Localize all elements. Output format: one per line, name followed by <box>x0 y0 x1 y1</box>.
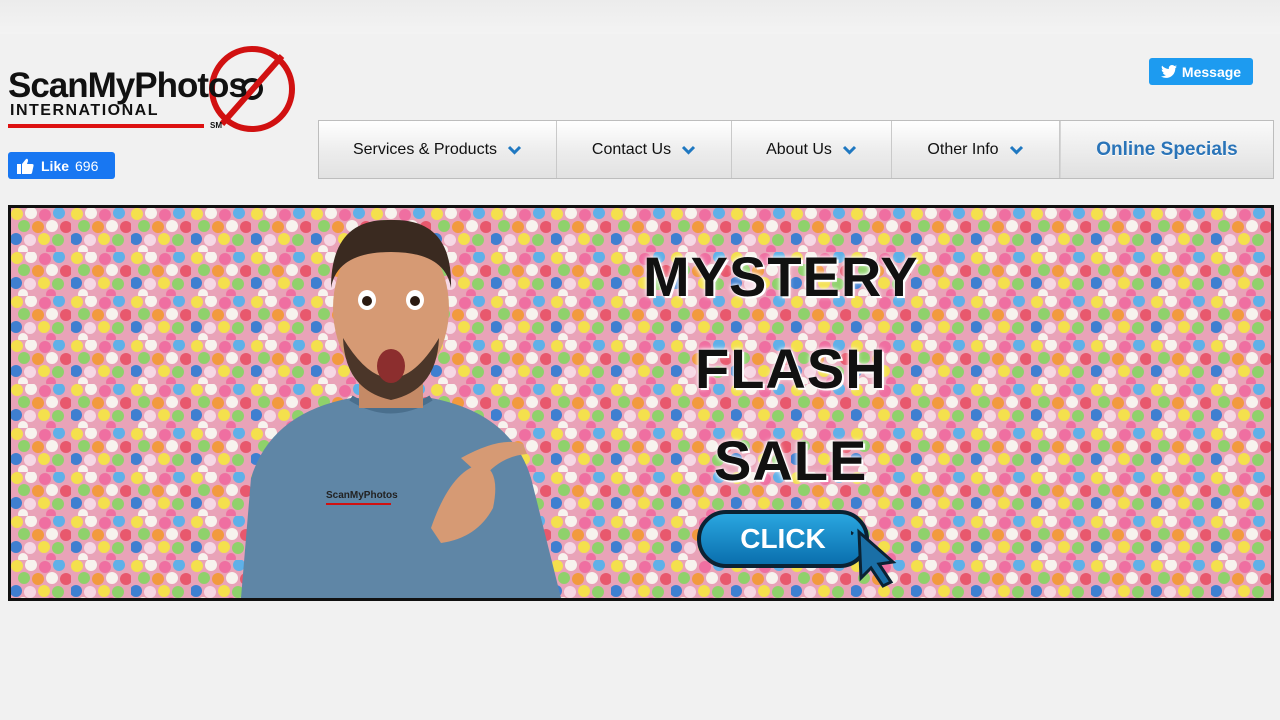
twitter-message-button[interactable]: Message <box>1149 58 1253 85</box>
nav-contact-us[interactable]: Contact Us <box>557 121 732 178</box>
nav-label: Other Info <box>927 140 999 158</box>
chevron-down-icon <box>507 145 522 155</box>
nav-label: About Us <box>766 140 832 158</box>
candy-sprinkles-background <box>11 208 1271 598</box>
nav-about-us[interactable]: About Us <box>732 121 892 178</box>
chevron-down-icon <box>842 145 856 155</box>
nav-other-info[interactable]: Other Info <box>892 121 1060 178</box>
top-strip <box>0 0 1280 34</box>
like-label: Like <box>41 157 70 174</box>
nav-label: Services & Products <box>352 140 498 158</box>
nav-online-specials[interactable]: Online Specials <box>1060 121 1273 178</box>
surprised-man-pointing-image: ScanMyPhotos <box>241 219 561 598</box>
headline-sale: SALE <box>714 429 868 492</box>
mystery-flash-sale-banner[interactable]: ScanMyPhotos MYSTERY FLASH SALE CLICK <box>8 205 1274 601</box>
site-logo[interactable]: ScanMyPhotos INTERNATIONAL SM <box>6 44 296 134</box>
twitter-bird-icon <box>1160 65 1177 78</box>
logo-service-mark: SM <box>210 121 222 130</box>
hand-cursor-icon <box>851 528 897 588</box>
headline-flash: FLASH <box>695 337 887 400</box>
headline-mystery: MYSTERY <box>643 245 919 308</box>
banner-click-button[interactable]: CLICK <box>697 510 869 568</box>
logo-name: ScanMyPhotos <box>8 66 248 105</box>
main-nav: Services & Products Contact Us About Us … <box>318 120 1274 179</box>
nav-label: Contact Us <box>591 140 672 158</box>
nav-services-products[interactable]: Services & Products <box>319 121 557 178</box>
logo-underline <box>8 124 204 128</box>
facebook-like-button[interactable]: Like 696 <box>8 152 115 179</box>
shirt-logo: ScanMyPhotos <box>326 490 398 501</box>
logo-subtitle: INTERNATIONAL <box>10 102 159 119</box>
thumbs-up-icon <box>17 158 34 174</box>
like-count: 696 <box>75 157 99 174</box>
chevron-down-icon <box>682 145 696 155</box>
message-label: Message <box>1181 63 1242 80</box>
chevron-down-icon <box>1009 145 1023 155</box>
